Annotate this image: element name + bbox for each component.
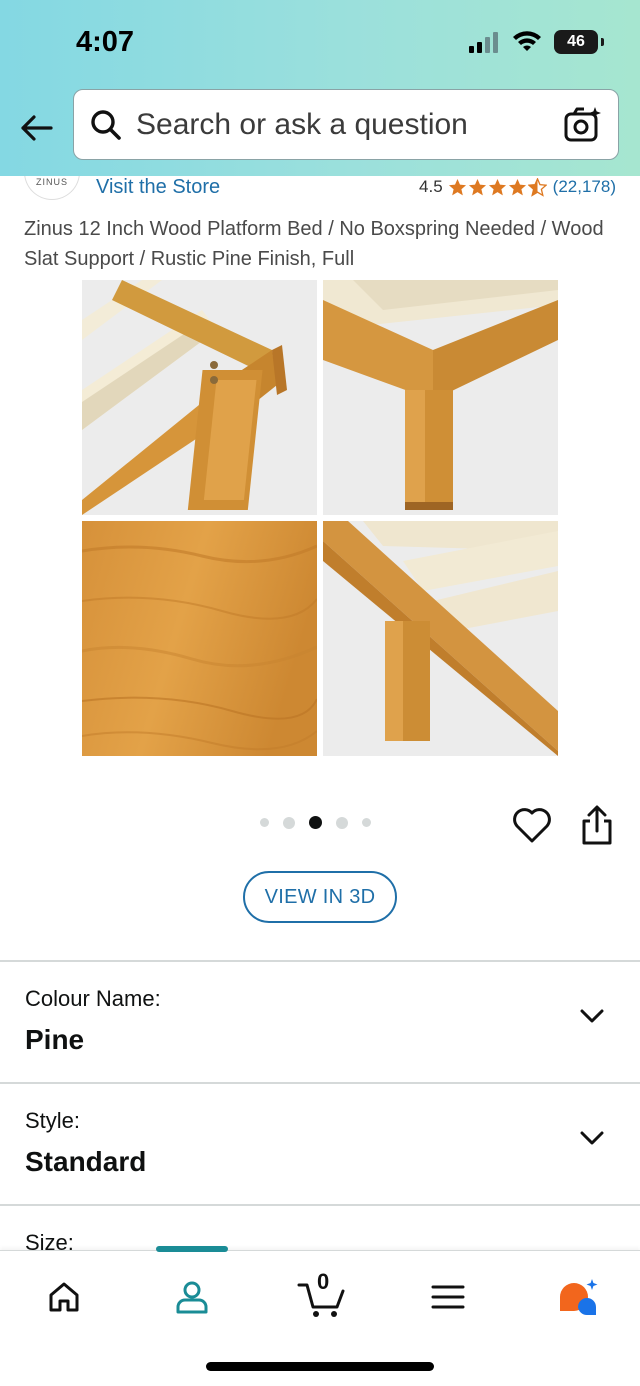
variation-value: Standard bbox=[25, 1146, 147, 1177]
rating-count: (22,178) bbox=[552, 177, 616, 196]
share-icon[interactable] bbox=[578, 804, 616, 846]
pagination-dot[interactable] bbox=[283, 816, 295, 829]
product-image-gallery[interactable] bbox=[82, 280, 558, 756]
wifi-icon bbox=[513, 31, 541, 51]
star-half-icon bbox=[527, 177, 547, 197]
store-row: ZINUS Visit the Store 4.5 (22,178) bbox=[0, 164, 640, 204]
nav-rufus[interactable] bbox=[554, 1273, 602, 1321]
home-indicator bbox=[206, 1362, 434, 1371]
back-button[interactable] bbox=[16, 108, 56, 148]
variation-style[interactable]: Style: Standard bbox=[0, 1082, 640, 1204]
nav-cart[interactable]: 0 bbox=[296, 1269, 348, 1321]
visit-store-link[interactable]: Visit the Store bbox=[96, 176, 220, 199]
rating-stars bbox=[448, 177, 547, 197]
app-header: 4:07 46 bbox=[0, 0, 640, 176]
camera-search-icon[interactable] bbox=[564, 106, 602, 144]
star-full-icon bbox=[468, 178, 486, 195]
nav-account[interactable] bbox=[168, 1273, 216, 1321]
product-image-corner-slats bbox=[82, 280, 317, 515]
status-icons: 46 bbox=[468, 30, 604, 54]
rating-value: 4.5 bbox=[419, 177, 443, 196]
variation-colour[interactable]: Colour Name: Pine bbox=[0, 960, 640, 1082]
product-image-side-rail bbox=[323, 521, 558, 756]
nav-home[interactable] bbox=[40, 1273, 88, 1321]
cart-count: 0 bbox=[317, 1269, 330, 1294]
search-icon bbox=[88, 107, 124, 143]
product-image-wood-texture bbox=[82, 521, 317, 756]
person-icon bbox=[176, 1281, 208, 1314]
chevron-down-icon bbox=[580, 1131, 604, 1145]
star-full-icon bbox=[448, 178, 466, 195]
view-in-3d-button[interactable]: VIEW IN 3D bbox=[243, 871, 397, 923]
home-icon bbox=[49, 1282, 79, 1312]
star-full-icon bbox=[488, 178, 506, 195]
star-full-icon bbox=[508, 178, 526, 195]
pagination-dot[interactable] bbox=[362, 818, 371, 827]
search-bar[interactable] bbox=[73, 89, 619, 160]
variation-label: Style: bbox=[25, 1108, 81, 1133]
rufus-assistant-icon bbox=[560, 1279, 598, 1316]
product-title: Zinus 12 Inch Wood Platform Bed / No Box… bbox=[24, 218, 604, 270]
pagination-dot[interactable] bbox=[260, 818, 269, 827]
cellular-signal-icon bbox=[469, 32, 498, 53]
heart-icon[interactable] bbox=[511, 804, 553, 846]
nav-active-indicator bbox=[156, 1246, 228, 1252]
pagination-dot-active[interactable] bbox=[309, 816, 322, 829]
variation-label: Colour Name: bbox=[25, 986, 161, 1011]
gallery-pagination bbox=[260, 816, 371, 829]
rating-summary[interactable]: 4.5 (22,178) bbox=[419, 177, 616, 197]
pagination-dot[interactable] bbox=[336, 816, 348, 829]
product-image-leg-front bbox=[323, 280, 558, 515]
battery-indicator: 46 bbox=[554, 30, 604, 54]
chevron-down-icon bbox=[580, 1009, 604, 1023]
status-time: 4:07 bbox=[76, 26, 135, 58]
variation-value: Pine bbox=[25, 1024, 85, 1055]
search-input[interactable] bbox=[136, 107, 546, 142]
back-arrow-icon bbox=[21, 115, 53, 141]
nav-menu[interactable] bbox=[424, 1273, 472, 1321]
menu-icon bbox=[431, 1285, 465, 1309]
